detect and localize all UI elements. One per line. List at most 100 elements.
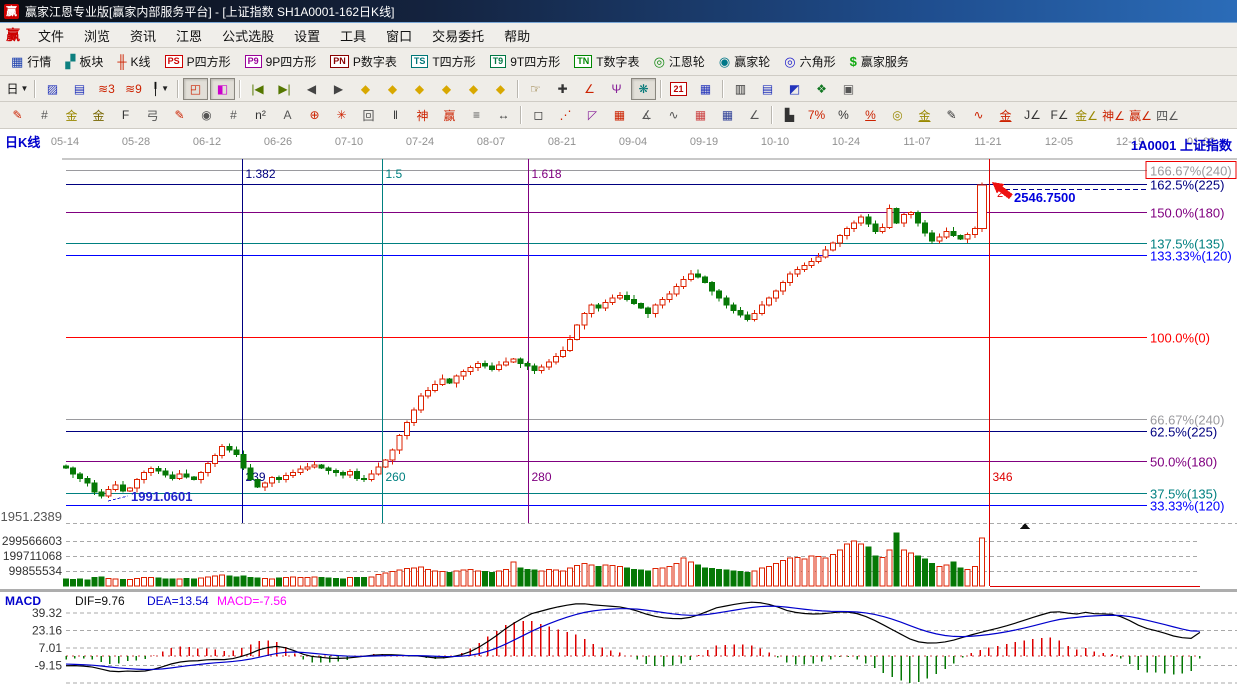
- blue-grid-tool[interactable]: ▦: [715, 104, 740, 126]
- gold-grid-tool[interactable]: 金: [59, 104, 84, 126]
- scale-ruler-tool[interactable]: ≡: [464, 104, 489, 126]
- print-icon[interactable]: ▣: [836, 78, 861, 100]
- pencil-candle-tool[interactable]: ✎: [939, 104, 964, 126]
- calendar-icon[interactable]: 21: [666, 78, 691, 100]
- circle-grid-tool[interactable]: ◉: [194, 104, 219, 126]
- width-arrows-tool[interactable]: ↔: [491, 104, 516, 126]
- menu-item-2[interactable]: 资讯: [120, 27, 166, 46]
- seal-tool-icon[interactable]: ◰: [183, 78, 208, 100]
- menu-item-5[interactable]: 设置: [284, 27, 330, 46]
- info-list-icon[interactable]: ▤: [67, 78, 92, 100]
- four-angle-tool[interactable]: 四∠: [1155, 104, 1180, 126]
- grid-box-tool[interactable]: ▦: [607, 104, 632, 126]
- gold-underline-tool[interactable]: 金: [912, 104, 937, 126]
- red-wave-tool[interactable]: ∿: [966, 104, 991, 126]
- j-angle-tool[interactable]: J∠: [1020, 104, 1045, 126]
- calculator-icon[interactable]: ▦: [693, 78, 718, 100]
- purple-fan-tool[interactable]: ◸: [580, 104, 605, 126]
- chart-area[interactable]: 05-1405-2806-1206-2607-1007-2408-0708-21…: [0, 129, 1237, 685]
- export-icon[interactable]: ❖: [809, 78, 834, 100]
- p-square-button[interactable]: PSP四方形: [158, 50, 238, 74]
- win-grid-tool[interactable]: 赢: [437, 104, 462, 126]
- menu-item-0[interactable]: 文件: [28, 27, 74, 46]
- menu-item-8[interactable]: 交易委托: [422, 27, 494, 46]
- god-angle-tool[interactable]: 神∠: [1101, 104, 1126, 126]
- god-grid-tool[interactable]: 神: [410, 104, 435, 126]
- hook-grid-tool[interactable]: 弓: [140, 104, 165, 126]
- spiral-tool[interactable]: 回: [356, 104, 381, 126]
- percent-line-tool[interactable]: %: [858, 104, 883, 126]
- gold-circle-tool[interactable]: ◎: [885, 104, 910, 126]
- steps-tool[interactable]: ▙: [777, 104, 802, 126]
- pattern9-icon[interactable]: ≋9: [121, 78, 146, 100]
- gann-wheel-button[interactable]: ◎江恩轮: [647, 50, 712, 74]
- red-pen-grid-tool[interactable]: ✎: [167, 104, 192, 126]
- volume-bar: [255, 578, 260, 586]
- t-number-table-button[interactable]: TNT数字表: [567, 50, 646, 74]
- gann-tools-icon[interactable]: Ψ: [604, 78, 629, 100]
- winner-service-button[interactable]: $赢家服务: [843, 50, 916, 74]
- angle-measure-tool[interactable]: ∠: [577, 78, 602, 100]
- percent7-tool[interactable]: 7%: [804, 104, 829, 126]
- save-icon[interactable]: ◩: [782, 78, 807, 100]
- menu-item-1[interactable]: 浏览: [74, 27, 120, 46]
- star-target-tool[interactable]: ✳: [329, 104, 354, 126]
- 9p-square-button[interactable]: P99P四方形: [238, 50, 324, 74]
- winner-wheel-button[interactable]: ◉赢家轮: [712, 50, 777, 74]
- compress-horizontal-button[interactable]: ◆: [434, 78, 459, 100]
- shift-left-button[interactable]: ◆: [353, 78, 378, 100]
- expand-horizontal-button[interactable]: ◆: [407, 78, 432, 100]
- t-square-button[interactable]: TST四方形: [404, 50, 483, 74]
- angle-a-tool[interactable]: A: [275, 104, 300, 126]
- quotes-button[interactable]: ▦行情: [4, 50, 58, 74]
- pattern3-icon[interactable]: ≋3: [94, 78, 119, 100]
- notes-icon[interactable]: ▤: [755, 78, 780, 100]
- stats-icon[interactable]: ▥: [728, 78, 753, 100]
- first-bar-button[interactable]: |◀: [245, 78, 270, 100]
- prev-bar-button[interactable]: ◀: [299, 78, 324, 100]
- pen-tool[interactable]: ✎: [5, 104, 30, 126]
- compress-vertical-button[interactable]: ◆: [461, 78, 486, 100]
- angle-lines-tool[interactable]: ∡: [634, 104, 659, 126]
- menu-item-9[interactable]: 帮助: [494, 27, 540, 46]
- percent-tool[interactable]: %: [831, 104, 856, 126]
- fan-lines-tool[interactable]: ⋰: [553, 104, 578, 126]
- menu-item-7[interactable]: 窗口: [376, 27, 422, 46]
- p-number-table-button[interactable]: PNP数字表: [323, 50, 404, 74]
- 9t-square-button[interactable]: T99T四方形: [483, 50, 568, 74]
- period-day-dropdown[interactable]: 日▼: [5, 78, 30, 100]
- gold-angle-tool[interactable]: 金∠: [1074, 104, 1099, 126]
- color-volume-icon[interactable]: ◧: [210, 78, 235, 100]
- next-bar-button[interactable]: ▶: [326, 78, 351, 100]
- box-select-tool[interactable]: ◻: [526, 104, 551, 126]
- win-angle-tool[interactable]: 赢∠: [1128, 104, 1153, 126]
- crosshair-tool[interactable]: ✚: [550, 78, 575, 100]
- volume-bar: [127, 580, 132, 586]
- menu-item-6[interactable]: 工具: [330, 27, 376, 46]
- drag-hand-tool[interactable]: ☞: [523, 78, 548, 100]
- minute-chart-icon[interactable]: ▨: [40, 78, 65, 100]
- price-grid-tool[interactable]: ▦: [688, 104, 713, 126]
- menu-item-4[interactable]: 公式选股: [212, 27, 284, 46]
- trend-lines-tool[interactable]: ∠: [742, 104, 767, 126]
- gold-grid2-tool[interactable]: 金: [86, 104, 111, 126]
- n-square-tool[interactable]: n²: [248, 104, 273, 126]
- f-grid-tool[interactable]: F: [113, 104, 138, 126]
- expand-all-button[interactable]: ◆: [488, 78, 513, 100]
- hexagon-button[interactable]: ◎六角形: [777, 50, 842, 74]
- compass-tool[interactable]: ⊕: [302, 104, 327, 126]
- menu-item-3[interactable]: 江恩: [166, 27, 212, 46]
- sectors-button[interactable]: ▞板块: [58, 50, 110, 74]
- candle-style-dropdown[interactable]: ╿▼: [148, 78, 173, 100]
- smart-analysis-icon[interactable]: ❋: [631, 78, 656, 100]
- shift-right-button[interactable]: ◆: [380, 78, 405, 100]
- wave-tool[interactable]: ∿: [661, 104, 686, 126]
- k-segment-tool[interactable]: ‖: [383, 104, 408, 126]
- f-angle-tool[interactable]: F∠: [1047, 104, 1072, 126]
- gold-red-tool[interactable]: 金: [993, 104, 1018, 126]
- expand-horizontal-button-glyph: ◆: [415, 82, 424, 96]
- grid-tool[interactable]: #: [32, 104, 57, 126]
- last-bar-button[interactable]: ▶|: [272, 78, 297, 100]
- kline-button[interactable]: ╫K线: [110, 50, 157, 74]
- plain-grid-tool[interactable]: #: [221, 104, 246, 126]
